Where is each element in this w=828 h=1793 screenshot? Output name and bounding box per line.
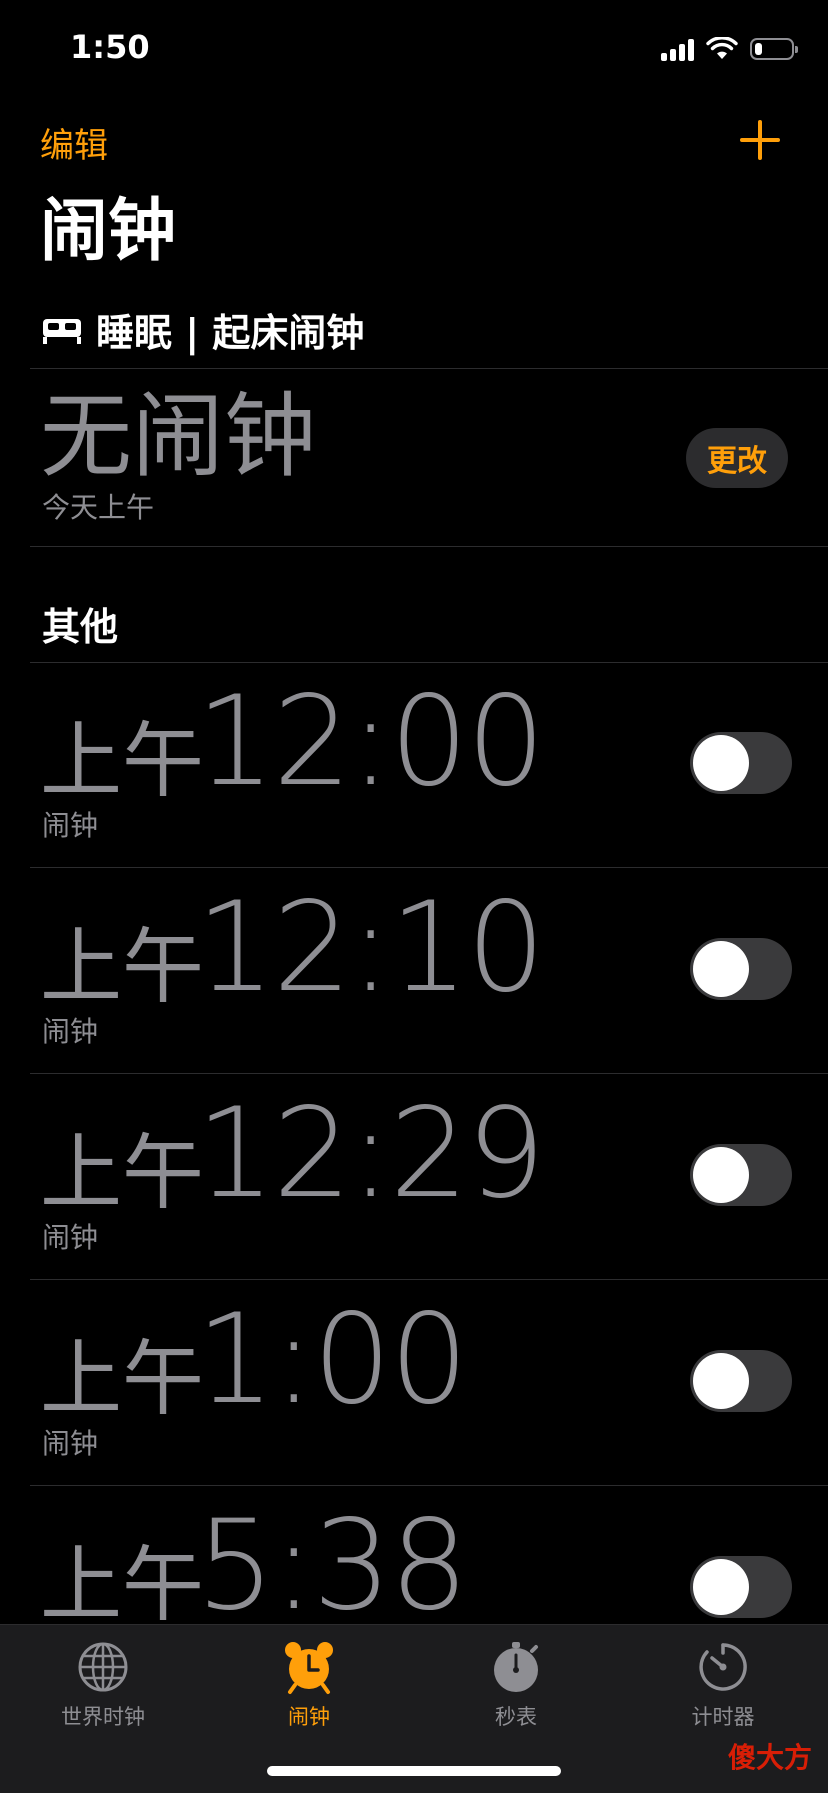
sleep-section-title: 睡眠 | 起床闹钟 [96,311,365,355]
tab-world-clock[interactable]: 世界时钟 [13,1639,193,1739]
status-icons [661,34,798,64]
tab-label: 计时器 [691,1705,755,1729]
toggle-knob [693,1353,749,1409]
alarm-time: 5:38 [196,1494,468,1638]
status-bar: 1:50 [0,0,828,100]
alarm-label: 闹钟 [42,809,99,842]
alarm-ampm: 上午 [40,1332,205,1427]
watermark: 傻大方 [727,1741,812,1774]
battery-icon [750,38,798,60]
alarm-time: 1:00 [196,1288,468,1432]
toggle-knob [693,1559,749,1615]
tab-stopwatch[interactable]: 秒表 [426,1639,606,1739]
toggle-knob [693,1147,749,1203]
alarm-row[interactable]: 上午 12:29 闹钟 [0,1074,828,1280]
home-indicator[interactable] [267,1766,561,1776]
status-time: 1:50 [70,28,150,66]
alarm-label: 闹钟 [42,1015,99,1048]
alarm-toggle[interactable] [690,938,792,1000]
alarm-time: 12:29 [196,1082,545,1226]
divider [30,546,828,547]
timer-icon [699,1643,747,1691]
tab-timer[interactable]: 计时器 [633,1639,813,1739]
tab-label: 秒表 [495,1705,537,1729]
alarm-clock-icon [285,1642,333,1694]
page-title: 闹钟 [40,192,177,271]
alarm-toggle[interactable] [690,1144,792,1206]
plus-icon[interactable] [736,116,784,164]
divider [30,368,828,369]
bed-icon [43,318,81,344]
alarm-time: 12:00 [196,670,545,814]
toggle-knob [693,735,749,791]
globe-icon [78,1642,128,1692]
alarm-ampm: 上午 [40,714,205,809]
tab-label: 闹钟 [288,1705,330,1729]
alarm-row[interactable]: 上午 1:00 闹钟 [0,1280,828,1486]
alarm-row[interactable]: 上午 12:10 闹钟 [0,868,828,1074]
alarm-toggle[interactable] [690,1556,792,1618]
alarm-ampm: 上午 [40,1538,205,1633]
edit-button[interactable]: 编辑 [40,118,108,167]
other-section-header: 其他 [42,605,119,649]
change-button[interactable]: 更改 [686,428,788,488]
tab-alarm[interactable]: 闹钟 [219,1639,399,1739]
stopwatch-icon [494,1642,538,1692]
cellular-signal-icon [661,37,694,61]
sleep-section-header: 睡眠 | 起床闹钟 [42,302,364,357]
sleep-alarm-subtitle: 今天上午 [42,491,155,524]
alarm-toggle[interactable] [690,732,792,794]
alarm-label: 闹钟 [42,1427,99,1460]
alarm-ampm: 上午 [40,920,205,1015]
sleep-alarm-status: 无闹钟 [40,383,317,490]
alarm-row[interactable]: 上午 12:00 闹钟 [0,662,828,868]
wifi-icon [706,37,738,59]
alarm-toggle[interactable] [690,1350,792,1412]
alarm-label: 闹钟 [42,1221,99,1254]
alarm-ampm: 上午 [40,1126,205,1221]
alarm-time: 12:10 [196,876,545,1020]
toggle-knob [693,941,749,997]
battery-level [755,43,762,55]
tab-label: 世界时钟 [61,1705,145,1729]
